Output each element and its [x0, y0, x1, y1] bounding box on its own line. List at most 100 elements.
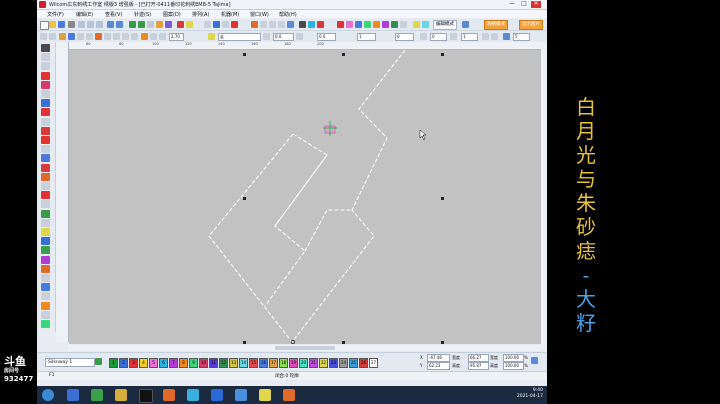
align-icon[interactable] [260, 21, 267, 28]
width-field[interactable]: 66.27 [468, 354, 489, 362]
grid-icon[interactable] [147, 21, 154, 28]
redo-icon[interactable] [116, 21, 123, 28]
hoop-icon[interactable] [95, 33, 102, 40]
palette-icon[interactable] [251, 21, 258, 28]
split-icon[interactable] [41, 264, 50, 273]
menu-item[interactable]: 针迹(S) [134, 11, 151, 18]
show-stitches-icon[interactable] [222, 21, 229, 28]
branch-icon[interactable] [391, 21, 398, 28]
undo-icon[interactable] [107, 21, 114, 28]
stitch-type-icon[interactable] [208, 33, 215, 40]
wechat-icon[interactable] [211, 389, 223, 401]
maximize-button[interactable]: □ [519, 1, 529, 8]
color-swatch[interactable]: 5 [149, 358, 158, 368]
nudge-icon[interactable] [420, 33, 427, 40]
lock-ratio-icon[interactable] [531, 357, 538, 364]
select-tool-icon[interactable] [41, 44, 50, 52]
outline-tool-icon[interactable] [41, 182, 50, 190]
input-b-icon[interactable] [41, 80, 50, 89]
travel-icon[interactable] [177, 21, 184, 28]
new-file-icon[interactable] [40, 21, 49, 30]
bag-icon[interactable] [259, 389, 271, 401]
help-app-icon[interactable] [283, 389, 295, 401]
lettering-icon[interactable] [337, 21, 344, 28]
scale-y-field[interactable]: 100.00 [503, 362, 524, 370]
height-field[interactable]: 95.87 [468, 362, 489, 370]
qq-icon[interactable] [139, 389, 153, 403]
save-icon[interactable] [58, 21, 65, 28]
snap-field[interactable]: 1 [461, 33, 478, 41]
measure-tool-icon[interactable] [41, 292, 50, 301]
color-swatch[interactable]: 27 [369, 358, 378, 368]
color-swatch[interactable]: 17 [269, 358, 278, 368]
circle-icon[interactable] [41, 237, 50, 246]
color-swatch[interactable]: 14 [239, 358, 248, 368]
color-swatch[interactable]: 1 [109, 358, 118, 368]
menu-item[interactable]: 排列(A) [192, 11, 209, 18]
pull-comp-icon[interactable] [113, 33, 120, 40]
menu-item[interactable]: 帮助(H) [279, 11, 297, 18]
stitch-player-icon[interactable] [204, 21, 211, 28]
cut-icon[interactable] [78, 21, 85, 28]
measure-icon[interactable] [77, 33, 84, 40]
refresh-field[interactable]: 5 [513, 33, 530, 41]
copy-icon[interactable] [87, 21, 94, 28]
color-swatch[interactable]: 12 [219, 358, 228, 368]
browser-icon[interactable] [187, 389, 199, 401]
snowflake-icon[interactable] [235, 389, 247, 401]
fill-icon[interactable] [156, 21, 163, 28]
complex-fill-icon[interactable] [41, 136, 50, 144]
ruler-icon[interactable] [86, 33, 93, 40]
color-swatch[interactable]: 9 [189, 358, 198, 368]
star-icon[interactable] [41, 228, 50, 236]
design-canvas[interactable] [69, 50, 541, 344]
embroidery-mode-button[interactable]: 刺绣模式 [484, 20, 508, 30]
trim-length-icon[interactable] [482, 33, 489, 40]
selection-handle[interactable] [342, 53, 345, 56]
lettering-tool-icon[interactable] [41, 154, 50, 163]
y-field[interactable]: 62.23 [427, 362, 450, 370]
ungroup-icon[interactable] [278, 21, 285, 28]
paste-icon[interactable] [96, 21, 103, 28]
selection-handle[interactable] [243, 53, 246, 56]
stitch-length-field[interactable]: 2.70 [169, 33, 184, 41]
start-point-icon[interactable] [323, 121, 337, 136]
applique-tool-icon[interactable] [41, 172, 50, 181]
color-swatch[interactable]: 21 [309, 358, 318, 368]
selection-handle[interactable] [342, 341, 345, 344]
menu-item[interactable]: 窗口(W) [250, 11, 269, 18]
density-icon[interactable] [122, 33, 129, 40]
selection-handle[interactable] [243, 197, 246, 200]
tatami-icon[interactable] [41, 117, 50, 126]
auto-digitize-icon[interactable] [41, 191, 50, 200]
color-swatch[interactable]: 25 [349, 358, 358, 368]
node-edit-icon[interactable] [299, 21, 306, 28]
minimize-button[interactable]: — [507, 1, 517, 8]
color-swatch[interactable]: 3 [129, 358, 138, 368]
polygon-icon[interactable] [41, 255, 50, 264]
thread-chart-icon[interactable] [95, 358, 102, 365]
color-swatch[interactable]: 4 [139, 358, 148, 368]
stitch-type-field[interactable]: 走 [218, 33, 261, 41]
help-icon[interactable] [462, 21, 469, 28]
menu-item[interactable]: 文件(F) [47, 11, 64, 18]
angle-icon[interactable] [131, 33, 138, 40]
selection-handle[interactable] [441, 53, 444, 56]
show-objects-icon[interactable] [231, 21, 238, 28]
x-field[interactable]: -67.46 [427, 354, 450, 362]
thread-chart-combo[interactable]: Silknway 1 [45, 358, 95, 367]
selection-handle[interactable] [441, 197, 444, 200]
selection-handle[interactable] [441, 341, 444, 344]
view-3d-icon[interactable] [213, 21, 220, 28]
run-icon[interactable] [41, 99, 50, 108]
pan-icon[interactable] [59, 33, 66, 40]
spacing-icon[interactable] [263, 33, 270, 40]
trace-icon[interactable] [317, 21, 324, 28]
rotate-icon[interactable] [364, 21, 371, 28]
reshape-tool-icon[interactable] [41, 53, 50, 62]
media-icon[interactable] [91, 389, 103, 401]
weld-icon[interactable] [41, 274, 50, 282]
knife-icon[interactable] [41, 218, 50, 227]
underlay-icon[interactable] [104, 33, 111, 40]
trim-icon[interactable] [159, 33, 166, 40]
